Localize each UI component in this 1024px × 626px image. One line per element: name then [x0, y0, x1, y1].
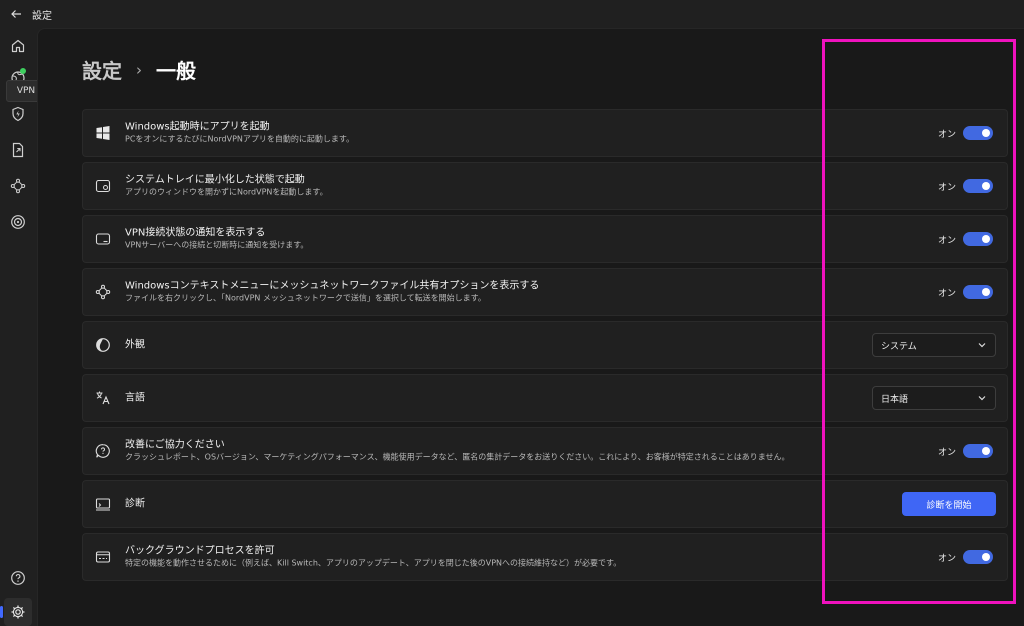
connected-status-dot — [20, 68, 26, 74]
appearance-dropdown[interactable]: システム — [872, 333, 996, 357]
setting-title: 診断 — [125, 498, 145, 510]
toggle-switch[interactable] — [963, 550, 993, 564]
setting-title: 外観 — [125, 339, 145, 351]
toggle-switch[interactable] — [963, 232, 993, 246]
setting-title: システムトレイに最小化した状態で起動 — [125, 174, 305, 186]
meshnet-context-menu-toggle[interactable]: オン — [938, 285, 993, 299]
setting-launch-on-startup: Windows起動時にアプリを起動 PCをオンにするたびにNordVPNアプリを… — [82, 109, 1008, 157]
toggle-state-label: オン — [937, 182, 956, 193]
setting-title: Windows起動時にアプリを起動 — [125, 121, 270, 133]
notification-icon — [95, 231, 111, 247]
file-share-icon — [12, 142, 24, 158]
setting-meshnet-context-menu: Windowsコンテキストメニューにメッシュネットワークファイル共有オプションを… — [82, 268, 1008, 316]
toggle-state-label: オン — [937, 288, 956, 299]
analytics-toggle[interactable]: オン — [938, 444, 993, 458]
setting-background-process: バックグラウンドプロセスを許可 特定の機能を動作させるために（例えば、Kill … — [82, 533, 1008, 581]
setting-description: VPNサーバーへの接続と切断時に通知を受けます。 — [125, 240, 309, 250]
dropdown-value: 日本語 — [881, 394, 909, 405]
window-title: 設定 — [32, 10, 52, 22]
chevron-down-icon — [978, 396, 986, 401]
nav-file-share[interactable] — [4, 136, 32, 164]
toggle-state-label: オン — [937, 447, 956, 458]
settings-page: 設定 › 一般 Windows起動時にアプリを起動 PCをオンにするたびにNor… — [37, 28, 1024, 626]
nav-home[interactable] — [4, 32, 32, 60]
page-title: 一般 — [156, 59, 196, 83]
launch-on-startup-toggle[interactable]: オン — [938, 126, 993, 140]
setting-connection-notifications: VPN接続状態の通知を表示する VPNサーバーへの接続と切断時に通知を受けます。… — [82, 215, 1008, 263]
home-icon — [11, 39, 25, 53]
diagnostics-icon — [95, 496, 111, 512]
setting-description: PCをオンにするたびにNordVPNアプリを自動的に起動します。 — [125, 134, 355, 144]
nav-help[interactable] — [4, 564, 32, 592]
nav-threat-protection[interactable] — [4, 100, 32, 128]
nav-settings[interactable] — [0, 598, 32, 626]
setting-description: ファイルを右クリックし、「NordVPN メッシュネットワークで送信」を選択して… — [125, 293, 486, 303]
setting-description: クラッシュレポート、OSバージョン、マーケティングパフォーマンス、機能使用データ… — [125, 452, 790, 462]
setting-description: アプリのウィンドウを開かずにNordVPNを起動します。 — [125, 187, 328, 197]
breadcrumb-root[interactable]: 設定 — [82, 55, 122, 84]
background-process-icon — [95, 549, 111, 565]
back-arrow-icon — [11, 10, 21, 18]
dropdown-value: システム — [881, 341, 917, 352]
settings-icon — [11, 605, 25, 619]
language-dropdown[interactable]: 日本語 — [872, 386, 996, 410]
active-indicator — [0, 606, 3, 618]
setting-title: 改善にご協力ください — [125, 439, 225, 451]
help-icon — [11, 571, 25, 585]
windows-logo-icon — [95, 125, 111, 141]
breadcrumb: 設定 › 一般 — [82, 55, 196, 84]
translate-icon — [95, 390, 111, 406]
toggle-switch[interactable] — [963, 285, 993, 299]
setting-start-minimized: システムトレイに最小化した状態で起動 アプリのウィンドウを開かずにNordVPN… — [82, 162, 1008, 210]
setting-title: Windowsコンテキストメニューにメッシュネットワークファイル共有オプションを… — [125, 280, 540, 292]
theme-icon — [95, 337, 111, 353]
back-button[interactable] — [0, 0, 32, 28]
setting-title: バックグラウンドプロセスを許可 — [125, 545, 275, 557]
chevron-down-icon — [978, 343, 986, 348]
toggle-switch[interactable] — [963, 126, 993, 140]
shield-bolt-icon — [12, 106, 24, 122]
toggle-switch[interactable] — [963, 444, 993, 458]
title-bar: 設定 — [0, 0, 1024, 28]
system-tray-icon — [95, 178, 111, 194]
breadcrumb-separator: › — [136, 60, 142, 79]
nav-meshnet[interactable] — [4, 172, 32, 200]
setting-analytics: 改善にご協力ください クラッシュレポート、OSバージョン、マーケティングパフォー… — [82, 427, 1008, 475]
toggle-state-label: オン — [937, 235, 956, 246]
toggle-switch[interactable] — [963, 179, 993, 193]
toggle-state-label: オン — [937, 129, 956, 140]
connection-notifications-toggle[interactable]: オン — [938, 232, 993, 246]
background-process-toggle[interactable]: オン — [938, 550, 993, 564]
start-minimized-toggle[interactable]: オン — [938, 179, 993, 193]
setting-title: VPN接続状態の通知を表示する — [125, 227, 266, 239]
meshnet-icon — [95, 284, 111, 300]
nav-rail: VPN — [0, 28, 46, 626]
feedback-icon — [95, 443, 111, 459]
setting-appearance: 外観 システム — [82, 321, 1008, 369]
meshnet-icon — [10, 178, 26, 194]
setting-title: 言語 — [125, 392, 145, 404]
target-icon — [11, 215, 25, 229]
start-diagnostics-button[interactable]: 診断を開始 — [902, 492, 996, 516]
nav-dark-web-monitor[interactable] — [4, 208, 32, 236]
toggle-state-label: オン — [937, 553, 956, 564]
setting-language: 言語 日本語 — [82, 374, 1008, 422]
setting-diagnostics: 診断 診断を開始 — [82, 480, 1008, 528]
setting-description: 特定の機能を動作させるために（例えば、Kill Switch、アプリのアップデー… — [125, 558, 622, 568]
